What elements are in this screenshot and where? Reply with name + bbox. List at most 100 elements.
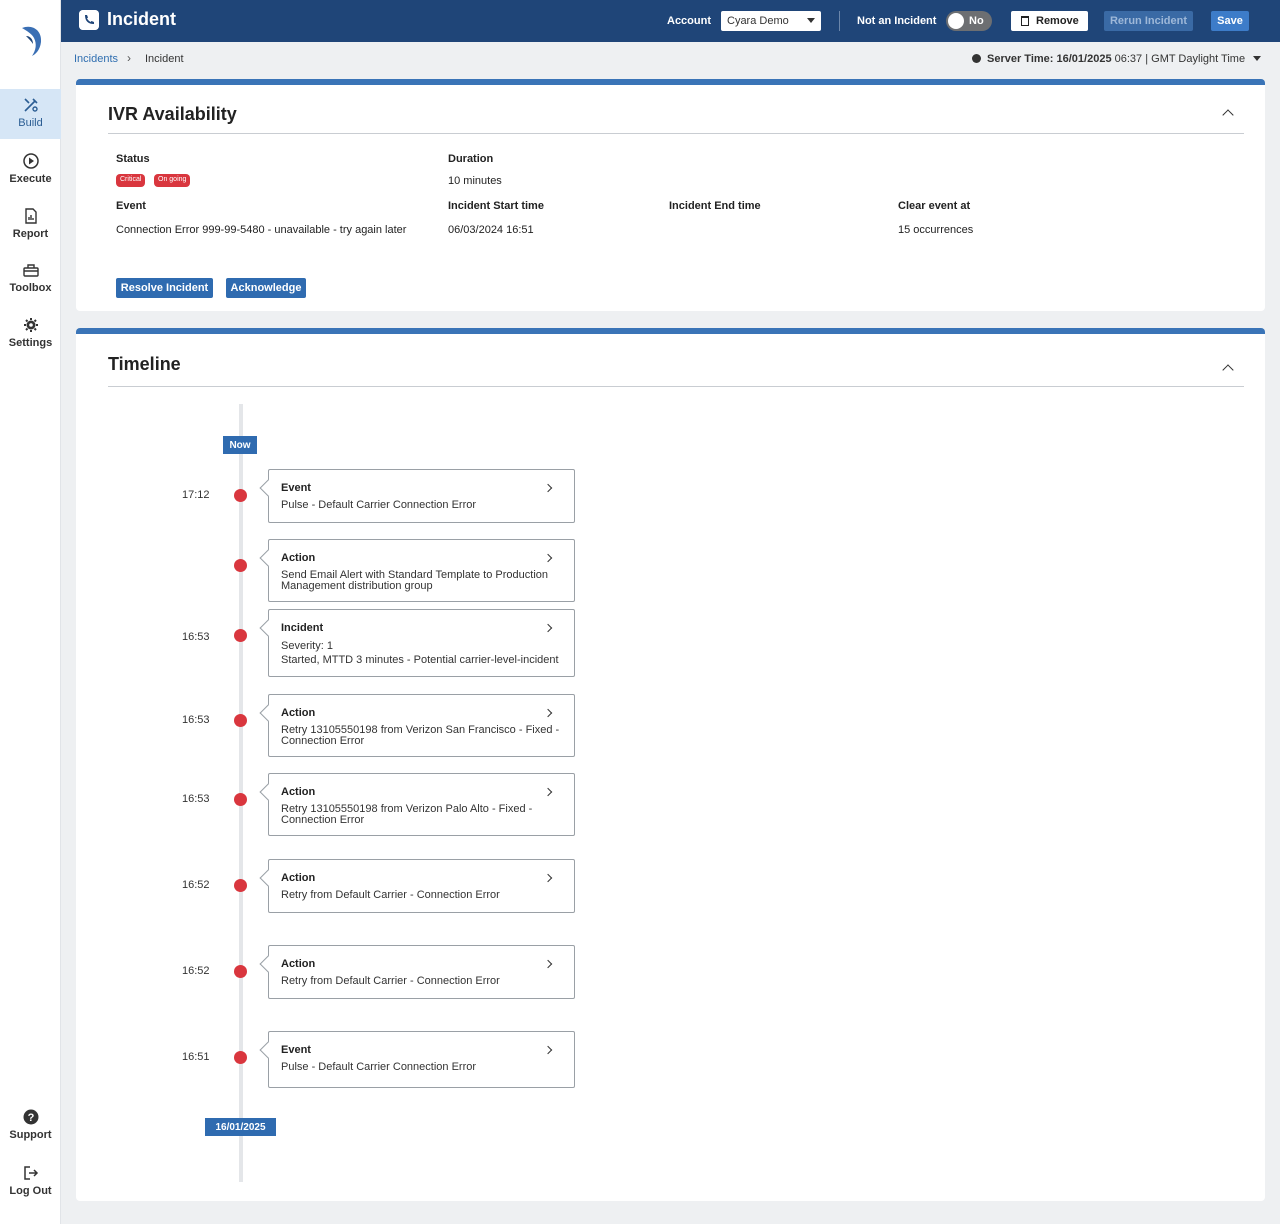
- account-select[interactable]: Cyara Demo: [721, 11, 821, 31]
- timeline-entry-type: Event: [281, 482, 311, 494]
- phone-icon: [79, 10, 99, 30]
- timeline-entry-description: Retry 13105550198 from Verizon Palo Alto…: [281, 803, 533, 826]
- timeline-entry-type: Action: [281, 707, 316, 719]
- duration-value: 10 minutes: [448, 175, 502, 187]
- not-incident-label: Not an Incident: [857, 15, 937, 27]
- timeline-entry-description: Retry from Default Carrier - Connection …: [281, 975, 500, 987]
- timeline-card-item[interactable]: Action Send Email Alert with Standard Tem…: [268, 539, 575, 602]
- breadcrumb-incidents-link[interactable]: Incidents: [74, 53, 118, 65]
- clock-icon: [972, 54, 981, 63]
- chevron-right-icon[interactable]: [543, 483, 553, 493]
- timeline-card-item[interactable]: Action Retry 13105550198 from Verizon Pal…: [268, 773, 575, 836]
- timeline-entry-description: Severity: 1: [281, 640, 333, 652]
- trash-icon: [1021, 16, 1029, 26]
- timeline-card-item[interactable]: Event Pulse - Default Carrier Connection …: [268, 469, 575, 523]
- timeline-card-item[interactable]: Action Retry from Default Carrier - Conne…: [268, 945, 575, 999]
- timezone-dropdown-icon[interactable]: [1253, 56, 1261, 61]
- sidebar-item-report[interactable]: Report: [0, 200, 61, 250]
- timeline-date-badge: 16/01/2025: [205, 1118, 276, 1136]
- timeline-entry-type: Action: [281, 552, 316, 564]
- status-label: Status: [116, 153, 150, 165]
- sidebar-item-build[interactable]: Build: [0, 89, 61, 139]
- help-icon: ?: [23, 1109, 38, 1125]
- sidebar-item-toolbox[interactable]: Toolbox: [0, 254, 61, 304]
- timeline-card-item[interactable]: Event Pulse - Default Carrier Connection …: [268, 1031, 575, 1088]
- remove-button[interactable]: Remove: [1011, 11, 1088, 31]
- server-time-label: Server Time:: [987, 53, 1054, 65]
- chevron-right-icon[interactable]: [543, 873, 553, 883]
- play-icon: [22, 153, 39, 169]
- timeline-entry: 16:53 Action Retry 13105550198 from Verizo…: [76, 773, 596, 836]
- timeline-dot: [234, 489, 247, 502]
- logout-icon: [23, 1166, 38, 1180]
- sidebar-item-label: Build: [18, 117, 43, 129]
- toolbox-icon: [22, 264, 39, 277]
- end-time-label: Incident End time: [669, 200, 761, 212]
- not-incident-toggle[interactable]: No: [946, 11, 992, 31]
- timeline-card-item[interactable]: Action Retry from Default Carrier - Conne…: [268, 859, 575, 913]
- timeline-entry-description: Retry from Default Carrier - Connection …: [281, 889, 500, 901]
- chevron-right-icon[interactable]: [543, 787, 553, 797]
- sidebar-item-label: Toolbox: [9, 282, 52, 294]
- caret-down-icon: [807, 18, 815, 23]
- timeline-dot: [234, 714, 247, 727]
- timeline-dot: [234, 879, 247, 892]
- resolve-incident-button[interactable]: Resolve Incident: [116, 278, 213, 298]
- timeline-entry: 16:53 Action Retry 13105550198 from Verizo…: [76, 694, 596, 757]
- collapse-icon[interactable]: [1222, 109, 1234, 121]
- event-label: Event: [116, 200, 146, 212]
- incident-details-card: IVR Availability Status Critical On goin…: [76, 79, 1265, 311]
- chevron-right-icon[interactable]: [543, 708, 553, 718]
- duration-label: Duration: [448, 153, 494, 165]
- sidebar-item-label: Log Out: [9, 1185, 52, 1197]
- clear-event-value: 15 occurrences: [898, 224, 974, 236]
- timeline-dot: [234, 629, 247, 642]
- timeline-entry-description: Pulse - Default Carrier Connection Error: [281, 1061, 477, 1073]
- event-value: Connection Error 999-99-5480 - unavailab…: [116, 224, 407, 236]
- incident-title: IVR Availability: [108, 104, 237, 124]
- sidebar-item-logout[interactable]: Log Out: [0, 1157, 61, 1207]
- chevron-right-icon[interactable]: [543, 1045, 553, 1055]
- top-bar: Incident Account Cyara Demo Not an Incid…: [61, 0, 1280, 42]
- timeline-time: 16:51: [182, 1051, 210, 1063]
- timeline-entry-description: Pulse - Default Carrier Connection Error: [281, 499, 477, 511]
- timeline-entry-type: Action: [281, 958, 316, 970]
- rerun-incident-button[interactable]: Rerun Incident: [1104, 11, 1193, 31]
- timeline-now-badge: Now: [223, 436, 257, 454]
- sidebar-item-label: Execute: [9, 173, 52, 185]
- sidebar: Build Execute Report Toolbox Settings ? …: [0, 0, 61, 1224]
- timeline-card: Timeline Now 17:12 Event Pulse - Default C…: [76, 328, 1265, 1201]
- sidebar-item-execute[interactable]: Execute: [0, 145, 61, 195]
- timeline-entry: 16:51 Event Pulse - Default Carrier Connec…: [76, 1031, 596, 1088]
- save-button[interactable]: Save: [1211, 11, 1249, 31]
- divider: [839, 11, 840, 31]
- sidebar-item-label: Settings: [8, 337, 53, 349]
- chevron-right-icon[interactable]: [543, 553, 553, 563]
- timeline-time: 16:53: [182, 793, 210, 805]
- chevron-right-icon[interactable]: [543, 959, 553, 969]
- chevron-right-icon[interactable]: [543, 623, 553, 633]
- acknowledge-button[interactable]: Acknowledge: [226, 278, 306, 298]
- timeline-entry-description: Send Email Alert with Standard Template …: [281, 569, 549, 592]
- timeline-dot: [234, 965, 247, 978]
- timeline-time: 16:52: [182, 879, 210, 891]
- account-label: Account: [667, 15, 711, 27]
- timeline-entry-description: Retry 13105550198 from Verizon San Franc…: [281, 724, 560, 747]
- divider: [108, 386, 1244, 387]
- remove-label: Remove: [1036, 15, 1079, 27]
- timeline-entry: 16:52 Action Retry from Default Carrier - …: [76, 859, 596, 913]
- timeline-dot: [234, 793, 247, 806]
- sidebar-item-label: Report: [12, 228, 49, 240]
- timeline-card-item[interactable]: Action Retry 13105550198 from Verizon San…: [268, 694, 575, 757]
- sidebar-item-settings[interactable]: Settings: [0, 309, 61, 359]
- gear-icon: [23, 318, 38, 332]
- start-time-value: 06/03/2024 16:51: [448, 224, 534, 236]
- sidebar-item-support[interactable]: ? Support: [0, 1101, 61, 1151]
- timeline-title: Timeline: [108, 354, 181, 374]
- timeline-entry-type: Event: [281, 1044, 311, 1056]
- timeline-entry: Action Send Email Alert with Standard Tem…: [76, 539, 596, 602]
- timeline-entry: 17:12 Event Pulse - Default Carrier Connec…: [76, 469, 596, 523]
- collapse-icon[interactable]: [1222, 364, 1234, 376]
- timeline-card-item[interactable]: Incident Severity: 1 Started, MTTD 3 minut…: [268, 609, 575, 677]
- breadcrumb-current: Incident: [145, 53, 184, 65]
